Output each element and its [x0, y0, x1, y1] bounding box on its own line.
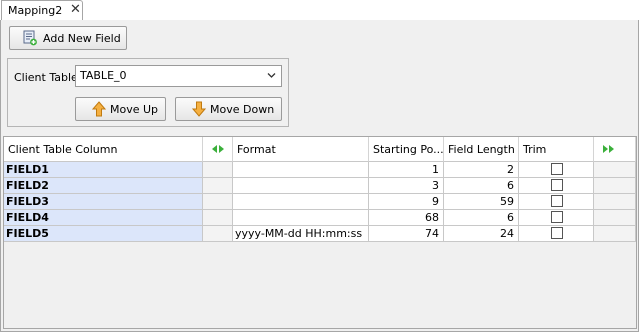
row-name[interactable]: FIELD3	[4, 194, 203, 210]
header-field-length[interactable]: Field Length	[444, 137, 519, 162]
tab-strip: Mapping2 ✕	[0, 0, 639, 21]
row-length[interactable]: 59	[444, 194, 519, 210]
row-start[interactable]: 3	[369, 178, 444, 194]
row-length[interactable]: 24	[444, 226, 519, 242]
row-length[interactable]: 2	[444, 162, 519, 178]
row-start[interactable]: 9	[369, 194, 444, 210]
move-up-button[interactable]: Move Up	[75, 97, 166, 121]
trim-checkbox[interactable]	[551, 163, 563, 175]
row-trim	[519, 178, 594, 194]
row-start[interactable]: 1	[369, 162, 444, 178]
arrow-up-icon	[92, 101, 106, 117]
row-trim	[519, 210, 594, 226]
row-trim	[519, 194, 594, 210]
row-end	[594, 162, 636, 178]
row-format[interactable]: yyyy-MM-dd HH:mm:ss	[233, 226, 369, 242]
add-new-field-button[interactable]: Add New Field	[9, 26, 127, 50]
trim-checkbox[interactable]	[551, 227, 563, 239]
header-more[interactable]	[594, 137, 636, 162]
mapping-panel: Add New Field Client Table TABLE_0 Move …	[0, 20, 639, 332]
row-name[interactable]: FIELD2	[4, 178, 203, 194]
row-start[interactable]: 68	[369, 210, 444, 226]
client-table-label: Client Table	[14, 71, 78, 84]
double-right-icon	[603, 145, 614, 153]
row-end	[594, 226, 636, 242]
row-spacer	[203, 162, 233, 178]
row-end	[594, 210, 636, 226]
header-trim[interactable]: Trim	[519, 137, 594, 162]
close-icon[interactable]: ✕	[70, 2, 81, 17]
add-field-icon	[23, 30, 37, 46]
row-name[interactable]: FIELD1	[4, 162, 203, 178]
mapping-table: Client Table Column Format Starting Po..…	[3, 136, 637, 329]
move-down-button[interactable]: Move Down	[175, 97, 282, 121]
row-name[interactable]: FIELD5	[4, 226, 203, 242]
expand-left-right-icon	[212, 145, 224, 153]
row-spacer	[203, 226, 233, 242]
row-spacer	[203, 178, 233, 194]
header-expand[interactable]	[203, 137, 233, 162]
row-format[interactable]	[233, 162, 369, 178]
row-spacer	[203, 194, 233, 210]
row-length[interactable]: 6	[444, 210, 519, 226]
client-table-group: Client Table TABLE_0 Move Up Move Down	[7, 58, 289, 127]
row-trim	[519, 162, 594, 178]
chevron-down-icon	[267, 73, 276, 78]
trim-checkbox[interactable]	[551, 179, 563, 191]
add-new-field-label: Add New Field	[43, 32, 121, 45]
row-end	[594, 178, 636, 194]
move-up-label: Move Up	[110, 103, 159, 116]
tab-title: Mapping2	[8, 4, 63, 17]
row-spacer	[203, 210, 233, 226]
row-format[interactable]	[233, 178, 369, 194]
client-table-value: TABLE_0	[80, 69, 127, 82]
arrow-down-icon	[192, 101, 206, 117]
trim-checkbox[interactable]	[551, 195, 563, 207]
row-format[interactable]	[233, 210, 369, 226]
row-name[interactable]: FIELD4	[4, 210, 203, 226]
row-length[interactable]: 6	[444, 178, 519, 194]
client-table-select[interactable]: TABLE_0	[75, 65, 282, 87]
header-starting-position[interactable]: Starting Po...	[369, 137, 444, 162]
tab-mapping2[interactable]: Mapping2 ✕	[1, 0, 83, 21]
trim-checkbox[interactable]	[551, 211, 563, 223]
header-format[interactable]: Format	[233, 137, 369, 162]
row-trim	[519, 226, 594, 242]
row-start[interactable]: 74	[369, 226, 444, 242]
row-format[interactable]	[233, 194, 369, 210]
row-end	[594, 194, 636, 210]
header-client-table-column[interactable]: Client Table Column	[4, 137, 203, 162]
move-down-label: Move Down	[210, 103, 275, 116]
